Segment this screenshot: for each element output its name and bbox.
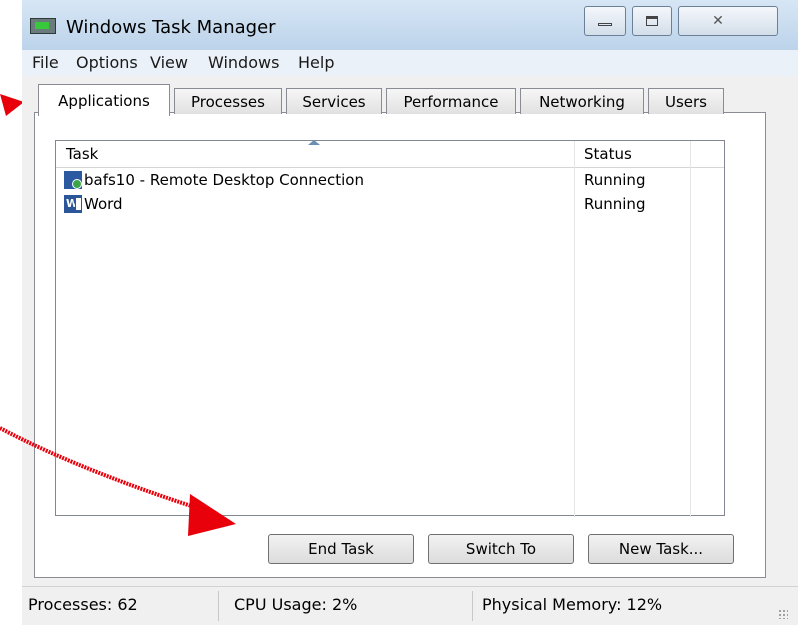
menu-options[interactable]: Options [76, 53, 138, 72]
menu-bar: File Options View Windows Help [22, 50, 798, 76]
tab-label: Performance [403, 92, 499, 111]
status-divider [472, 591, 473, 621]
cpu-usage: CPU Usage: 2% [234, 595, 358, 614]
resize-grip-icon[interactable] [778, 609, 788, 619]
tab-label: Users [664, 92, 707, 111]
maximize-button[interactable] [632, 6, 672, 36]
task-manager-icon [30, 18, 56, 34]
tab-label: Networking [539, 92, 625, 111]
switch-to-button[interactable]: Switch To [428, 534, 574, 564]
menu-windows[interactable]: Windows [208, 53, 279, 72]
tab-label: Processes [191, 92, 265, 111]
column-header-task[interactable]: Task [66, 145, 98, 163]
new-task-button[interactable]: New Task... [588, 534, 734, 564]
close-icon: ✕ [712, 13, 724, 29]
end-task-button[interactable]: End Task [268, 534, 414, 564]
column-header-status[interactable]: Status [584, 145, 632, 163]
tab-services[interactable]: Services [286, 88, 382, 114]
close-button[interactable]: ✕ [678, 6, 778, 36]
physical-memory: Physical Memory: 12% [482, 595, 663, 614]
tab-applications[interactable]: Applications [38, 84, 170, 116]
tab-performance[interactable]: Performance [386, 88, 516, 114]
menu-view[interactable]: View [150, 53, 188, 72]
restore-icon [646, 16, 658, 26]
annotation-arrow-bottom [0, 426, 236, 536]
remote-desktop-icon [64, 171, 82, 189]
task-name: Word [84, 195, 123, 213]
processes-count: Processes: 62 [28, 595, 138, 614]
title-bar[interactable]: Windows Task Manager ✕ [22, 0, 798, 50]
word-icon: W [64, 195, 82, 213]
minimize-icon [598, 22, 612, 26]
table-row[interactable]: W Word Running [56, 193, 724, 217]
sort-ascending-icon [308, 140, 320, 145]
list-header: Task Status [56, 140, 724, 168]
menu-help[interactable]: Help [298, 53, 334, 72]
menu-file[interactable]: File [32, 53, 59, 72]
tab-label: Services [302, 92, 366, 111]
table-row[interactable]: bafs10 - Remote Desktop Connection Runni… [56, 169, 724, 193]
task-name: bafs10 - Remote Desktop Connection [84, 171, 364, 189]
status-divider [218, 591, 219, 621]
minimize-button[interactable] [584, 6, 626, 36]
tab-users[interactable]: Users [648, 88, 724, 114]
status-bar: Processes: 62 CPU Usage: 2% Physical Mem… [22, 586, 798, 625]
tab-label: Applications [58, 91, 150, 110]
task-status: Running [584, 171, 646, 189]
tab-networking[interactable]: Networking [520, 88, 644, 114]
tab-processes[interactable]: Processes [174, 88, 282, 114]
window-title: Windows Task Manager [66, 17, 276, 38]
task-status: Running [584, 195, 646, 213]
